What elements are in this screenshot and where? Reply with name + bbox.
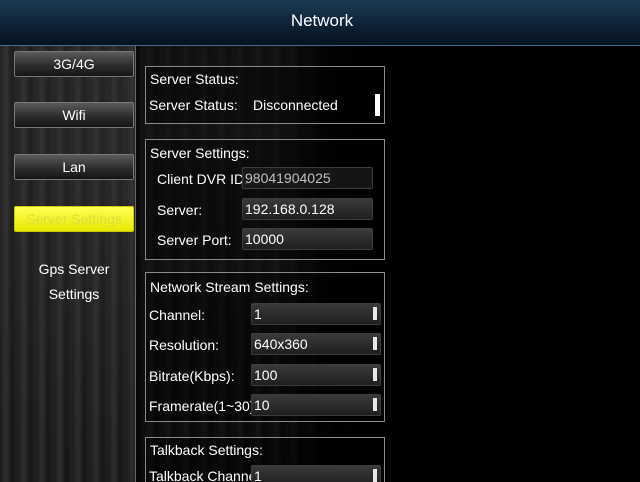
server-port-input[interactable]: 10000 (242, 228, 373, 250)
sidebar-item-gps-server-settings[interactable]: Gps Server Settings (12, 257, 136, 302)
network-stream-settings-title: Network Stream Settings: (150, 279, 309, 295)
resolution-label: Resolution: (149, 337, 220, 353)
talkback-channel-label: Talkback Channel: (149, 468, 264, 482)
server-address-input[interactable]: 192.168.0.128 (242, 198, 373, 220)
sidebar-item-wifi[interactable]: Wifi (14, 102, 134, 128)
server-status-title: Server Status: (150, 71, 239, 87)
bitrate-select[interactable]: 100 (251, 364, 381, 386)
framerate-label: Framerate(1~30): (149, 398, 259, 414)
status-indicator (375, 94, 380, 116)
channel-select[interactable]: 1 (251, 303, 381, 325)
network-stream-settings-panel: Network Stream Settings: Channel: 1 Reso… (145, 272, 385, 422)
sidebar-item-lan[interactable]: Lan (14, 154, 134, 180)
server-settings-title: Server Settings: (150, 145, 250, 161)
server-status-label: Server Status: (149, 97, 238, 113)
talkback-settings-title: Talkback Settings: (150, 442, 263, 458)
resolution-select[interactable]: 640x360 (251, 333, 381, 355)
title-bar: Network (0, 0, 640, 46)
server-status-value: Disconnected (253, 97, 338, 113)
framerate-select[interactable]: 10 (251, 394, 381, 416)
server-status-panel: Server Status: Server Status: Disconnect… (145, 66, 385, 124)
sidebar-item-3g4g[interactable]: 3G/4G (14, 51, 134, 77)
client-dvr-id-field: 98041904025 (242, 167, 373, 189)
sidebar-item-server-settings[interactable]: Server Settings (14, 206, 134, 232)
server-port-label: Server Port: (157, 232, 232, 248)
page-title: Network (290, 11, 354, 30)
talkback-settings-panel: Talkback Settings: Talkback Channel: 1 (145, 437, 385, 482)
server-settings-panel: Server Settings: Client DVR ID: 98041904… (145, 139, 385, 260)
client-dvr-id-label: Client DVR ID: (157, 171, 249, 187)
server-label: Server: (157, 202, 203, 218)
talkback-channel-select[interactable]: 1 (251, 465, 381, 482)
bitrate-label: Bitrate(Kbps): (149, 368, 235, 384)
channel-label: Channel: (149, 307, 206, 323)
